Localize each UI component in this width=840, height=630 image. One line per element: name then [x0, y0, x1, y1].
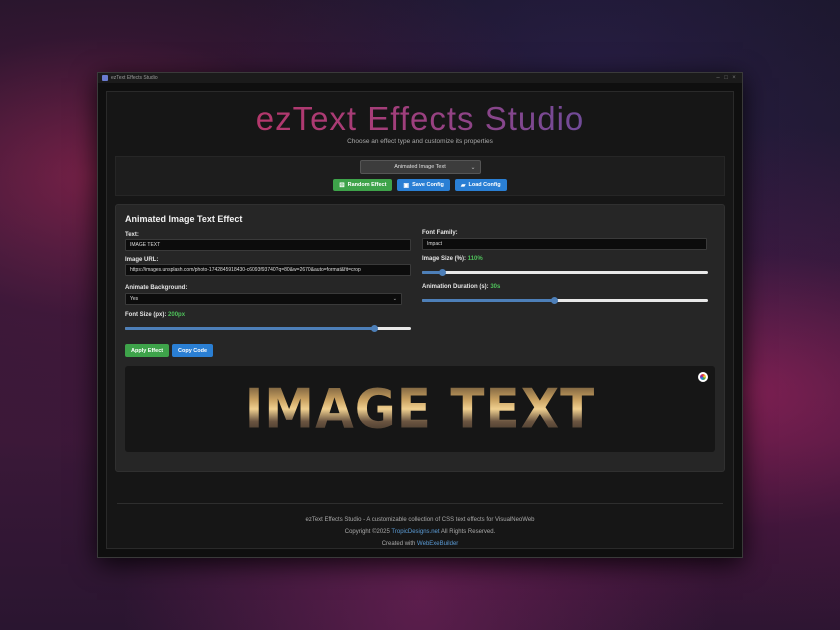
animation-duration-label: Animation Duration (s): 30s	[422, 284, 500, 290]
page-subtitle: Choose an effect type and customize its …	[347, 138, 493, 145]
font-family-input[interactable]: Impact	[422, 238, 707, 250]
animate-background-value: Yes	[130, 296, 139, 302]
app-icon	[102, 75, 108, 81]
font-size-label: Font Size (px): 200px	[125, 312, 185, 318]
tropicdesigns-link[interactable]: TropicDesigns.net	[391, 529, 439, 535]
animate-background-label: Animate Background:	[125, 285, 188, 291]
image-url-label: Image URL:	[125, 257, 159, 263]
load-config-button[interactable]: ▰ Load Config	[454, 179, 507, 191]
font-size-slider[interactable]	[125, 325, 411, 332]
image-url-input[interactable]: https://images.unsplash.com/photo-174284…	[125, 264, 411, 276]
effect-type-value: Animated Image Text	[394, 164, 446, 170]
animation-duration-slider-thumb[interactable]	[550, 297, 558, 304]
copy-code-button[interactable]: Copy Code	[172, 344, 214, 357]
credit-prefix: Created with	[381, 541, 416, 547]
copyright-suffix: All Rights Reserved.	[440, 529, 496, 535]
font-size-label-text: Font Size (px):	[125, 312, 167, 318]
app-window: ezText Effects Studio – □ × ezText Effec…	[97, 72, 743, 558]
save-config-label: Save Config	[412, 182, 444, 188]
window-title: ezText Effects Studio	[111, 75, 158, 81]
footer-credit: Created with WebExeBuilder	[107, 538, 733, 550]
apply-effect-button[interactable]: Apply Effect	[125, 344, 170, 357]
chevron-down-icon: ⌄	[470, 164, 476, 171]
image-size-label-text: Image Size (%):	[422, 256, 467, 262]
animate-background-select[interactable]: Yes ⌄	[125, 293, 402, 305]
footer-divider	[117, 503, 723, 504]
title-bar: ezText Effects Studio – □ ×	[98, 73, 742, 83]
effect-type-select[interactable]: Animated Image Text ⌄	[359, 160, 481, 174]
save-config-button[interactable]: ▣ Save Config	[397, 179, 450, 191]
image-size-value: 110%	[467, 256, 483, 262]
image-size-label: Image Size (%): 110%	[422, 256, 483, 262]
save-icon: ▣	[403, 182, 410, 189]
text-input[interactable]: IMAGE TEXT	[125, 239, 411, 251]
effect-preview: IMAGE TEXT	[125, 366, 715, 452]
webexebuilder-link[interactable]: WebExeBuilder	[417, 541, 458, 547]
footer-description: ezText Effects Studio - A customizable c…	[305, 517, 535, 523]
font-size-value: 200px	[168, 312, 186, 318]
folder-icon: ▰	[460, 182, 466, 189]
app-content: ezText Effects Studio Choose an effect t…	[106, 91, 734, 549]
close-icon[interactable]: ×	[730, 75, 738, 81]
footer-copyright: Copyright ©2025 TropicDesigns.net All Ri…	[107, 526, 733, 538]
font-size-slider-fill	[125, 327, 374, 330]
chevron-down-icon: ⌄	[392, 296, 397, 302]
maximize-icon[interactable]: □	[722, 75, 730, 81]
text-label: Text:	[125, 232, 139, 238]
animation-duration-value: 30s	[490, 284, 501, 290]
footer: ezText Effects Studio - A customizable c…	[107, 514, 733, 550]
color-picker-icon[interactable]	[698, 372, 708, 382]
animation-duration-slider[interactable]	[422, 297, 708, 304]
animation-duration-slider-fill	[422, 299, 554, 302]
random-effect-label: Random Effect	[347, 182, 387, 188]
animation-duration-label-text: Animation Duration (s):	[422, 284, 489, 290]
toolbar: Animated Image Text ⌄ ⚄ Random Effect ▣ …	[115, 156, 725, 196]
header: ezText Effects Studio Choose an effect t…	[107, 92, 733, 145]
effect-panel: Animated Image Text Effect Text: IMAGE T…	[115, 204, 725, 472]
preview-text: IMAGE TEXT	[244, 377, 596, 441]
random-effect-button[interactable]: ⚄ Random Effect	[333, 179, 393, 191]
load-config-label: Load Config	[468, 182, 501, 188]
font-family-label: Font Family:	[422, 230, 458, 236]
image-size-slider-thumb[interactable]	[439, 269, 447, 276]
dice-icon: ⚄	[339, 182, 345, 189]
page-title: ezText Effects Studio	[107, 100, 733, 138]
minimize-icon[interactable]: –	[714, 75, 722, 81]
font-size-slider-thumb[interactable]	[370, 325, 378, 332]
toolbar-buttons: ⚄ Random Effect ▣ Save Config ▰ Load Con…	[333, 179, 507, 191]
image-size-slider[interactable]	[422, 269, 708, 276]
panel-title: Animated Image Text Effect	[125, 214, 243, 224]
copyright-prefix: Copyright ©2025	[344, 529, 390, 535]
